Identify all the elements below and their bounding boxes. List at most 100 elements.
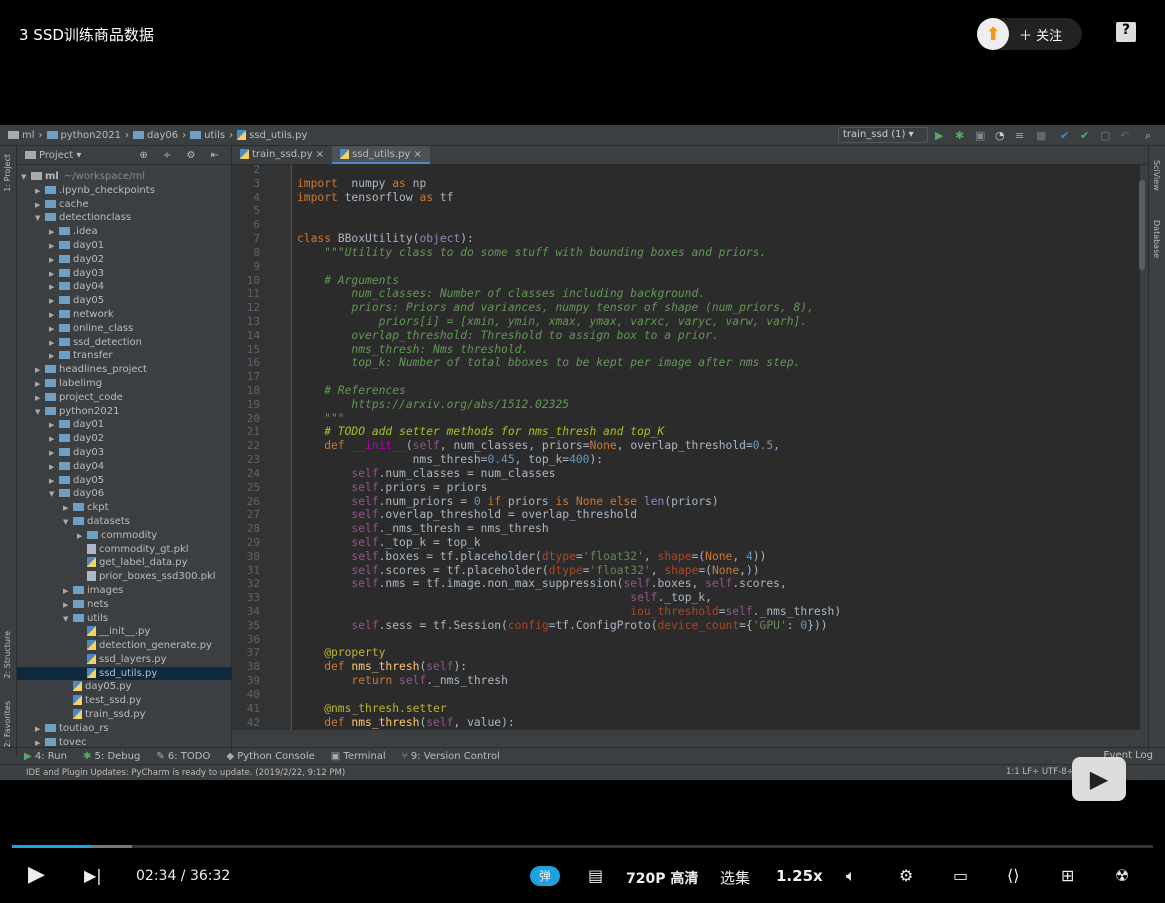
speed-select[interactable]: 1.25x (776, 867, 823, 885)
chevron-right-icon[interactable]: ▶ (35, 199, 45, 213)
code-line[interactable]: @property (292, 646, 841, 660)
code-line[interactable] (292, 260, 841, 274)
tree-item[interactable]: ▶ transfer (17, 349, 232, 363)
code-line[interactable]: https://arxiv.org/abs/1512.02325 (292, 398, 841, 412)
code-line[interactable]: def nms_thresh(self): (292, 660, 841, 674)
chevron-right-icon[interactable]: ▶ (63, 599, 73, 613)
coverage-icon[interactable]: ▣ (975, 129, 985, 142)
code-line[interactable]: nms_thresh: Nms threshold. (292, 343, 841, 357)
code-line[interactable]: self.num_classes = num_classes (292, 467, 841, 481)
tree-item[interactable]: ▶ day04 (17, 280, 232, 294)
help-icon[interactable]: ? (1116, 22, 1136, 42)
tree-item[interactable]: train_ssd.py (17, 708, 232, 722)
chevron-right-icon[interactable]: ▶ (49, 281, 59, 295)
structure-tool-tab[interactable]: 2: Structure (3, 631, 12, 679)
code-line[interactable]: top_k: Number of total bboxes to be kept… (292, 356, 841, 370)
web-fullscreen-icon[interactable]: ⊞ (1061, 866, 1074, 885)
tree-item[interactable]: day05.py (17, 680, 232, 694)
tree-item[interactable]: ▼ ml ~/workspace/ml (17, 170, 232, 184)
chevron-right-icon[interactable]: ▶ (49, 447, 59, 461)
code-line[interactable]: def nms_thresh(self, value): (292, 716, 841, 730)
code-line[interactable] (292, 165, 841, 177)
debug-icon[interactable]: ✱ (955, 129, 964, 142)
code-line[interactable]: return self._nms_thresh (292, 674, 841, 688)
tree-item[interactable]: detection_generate.py (17, 639, 232, 653)
tree-item[interactable]: ▶ day04 (17, 460, 232, 474)
code-line[interactable]: nms_thresh=0.45, top_k=400): (292, 453, 841, 467)
tree-item[interactable]: ▼ utils (17, 612, 232, 626)
tree-item[interactable]: __init__.py (17, 625, 232, 639)
favorites-tool-tab[interactable]: 2: Favorites (3, 701, 12, 747)
code-line[interactable]: self.sess = tf.Session(config=tf.ConfigP… (292, 619, 841, 633)
chevron-right-icon[interactable]: ▶ (49, 350, 59, 364)
toolwindow-python-console[interactable]: ◆ Python Console (226, 751, 314, 762)
code-line[interactable]: self.overlap_threshold = overlap_thresho… (292, 508, 841, 522)
play-icon[interactable]: ▶ (28, 862, 45, 887)
code-line[interactable]: import tensorflow as tf (292, 191, 841, 205)
panel-actions-icons[interactable]: ⊕ ÷ ⚙ ⇤ (139, 150, 225, 161)
breadcrumb-item[interactable]: python2021 (46, 130, 121, 141)
danmaku-toggle[interactable]: 弹 (530, 866, 560, 886)
code-line[interactable]: priors: Priors and variances, numpy tens… (292, 301, 841, 315)
code-line[interactable] (292, 370, 841, 384)
profile-icon[interactable]: ◔ (995, 129, 1005, 142)
tree-item[interactable]: ▼ datasets (17, 515, 232, 529)
code-line[interactable]: self._nms_thresh = nms_thresh (292, 522, 841, 536)
search-icon[interactable]: ⌕ (1145, 129, 1151, 143)
breadcrumb-item[interactable]: utils (190, 130, 225, 141)
vcs-update-icon[interactable]: ✔ (1060, 129, 1069, 142)
chevron-right-icon[interactable]: ▶ (49, 309, 59, 323)
chevron-right-icon[interactable]: ▶ (35, 364, 45, 378)
code-line[interactable]: overlap_threshold: Threshold to assign b… (292, 329, 841, 343)
run-icon[interactable]: ▶ (935, 129, 943, 142)
tree-item[interactable]: ▶ labelimg (17, 377, 232, 391)
database-tool-tab[interactable]: Database (1152, 220, 1161, 258)
chevron-right-icon[interactable]: ▶ (49, 419, 59, 433)
code-line[interactable] (292, 633, 841, 647)
uploader-avatar[interactable]: ⬆ (977, 18, 1009, 50)
chevron-down-icon[interactable]: ▼ (63, 516, 73, 530)
code-line[interactable]: # Arguments (292, 274, 841, 288)
status-right-info[interactable]: 1:1 LF÷ UTF-8÷ (1006, 767, 1074, 777)
code-line[interactable]: def __init__(self, num_classes, priors=N… (292, 439, 841, 453)
code-line[interactable]: priors[i] = [xmin, ymin, xmax, ymax, var… (292, 315, 841, 329)
chevron-right-icon[interactable]: ▶ (49, 254, 59, 268)
progress-bar[interactable] (12, 845, 1153, 848)
code-line[interactable] (292, 688, 841, 702)
chevron-right-icon[interactable]: ▶ (49, 226, 59, 240)
chevron-right-icon[interactable]: ▶ (63, 502, 73, 516)
volume-icon[interactable]: 🔈︎ (846, 866, 856, 886)
tree-item[interactable]: ▶ day03 (17, 446, 232, 460)
chevron-right-icon[interactable]: ▶ (35, 378, 45, 392)
breadcrumb-item[interactable]: ssd_utils.py (237, 129, 307, 141)
tree-item[interactable]: ▶ nets (17, 598, 232, 612)
close-icon[interactable]: × (410, 149, 421, 160)
chevron-right-icon[interactable]: ▶ (49, 268, 59, 282)
widescreen-icon[interactable]: ⟨⟩ (1007, 866, 1019, 885)
tree-item[interactable]: ▶ .ipynb_checkpoints (17, 184, 232, 198)
next-icon[interactable]: ▶| (84, 866, 102, 885)
fullscreen-icon[interactable]: ☢ (1115, 866, 1129, 885)
code-line[interactable]: import numpy as np (292, 177, 841, 191)
tree-item[interactable]: ▼ python2021 (17, 405, 232, 419)
sciview-tool-tab[interactable]: SciView (1152, 160, 1161, 191)
tree-item[interactable]: prior_boxes_ssd300.pkl (17, 570, 232, 584)
tree-item[interactable]: ▶ online_class (17, 322, 232, 336)
chevron-right-icon[interactable]: ▶ (49, 433, 59, 447)
code-line[interactable]: """ (292, 412, 841, 426)
code-line[interactable]: self.priors = priors (292, 481, 841, 495)
tree-item[interactable]: ▶ toutiao_rs (17, 722, 232, 736)
chevron-right-icon[interactable]: ▶ (49, 323, 59, 337)
vcs-history-icon[interactable]: ▢ (1100, 129, 1110, 142)
follow-button[interactable]: ⬆ ＋ 关注 (977, 18, 1082, 50)
concurrency-icon[interactable]: ≡ (1015, 129, 1024, 142)
tree-item[interactable]: ssd_layers.py (17, 653, 232, 667)
chevron-right-icon[interactable]: ▶ (35, 185, 45, 199)
tree-item[interactable]: ▶ cache (17, 198, 232, 212)
toolwindow-todo[interactable]: ✎ 6: TODO (156, 751, 210, 762)
tab-ssd_utils-py[interactable]: ssd_utils.py × (332, 146, 430, 164)
code-line[interactable]: self._top_k = top_k (292, 536, 841, 550)
settings-icon[interactable]: ⚙ (899, 866, 913, 885)
tree-item[interactable]: ▶ commodity (17, 529, 232, 543)
code-line[interactable]: # References (292, 384, 841, 398)
